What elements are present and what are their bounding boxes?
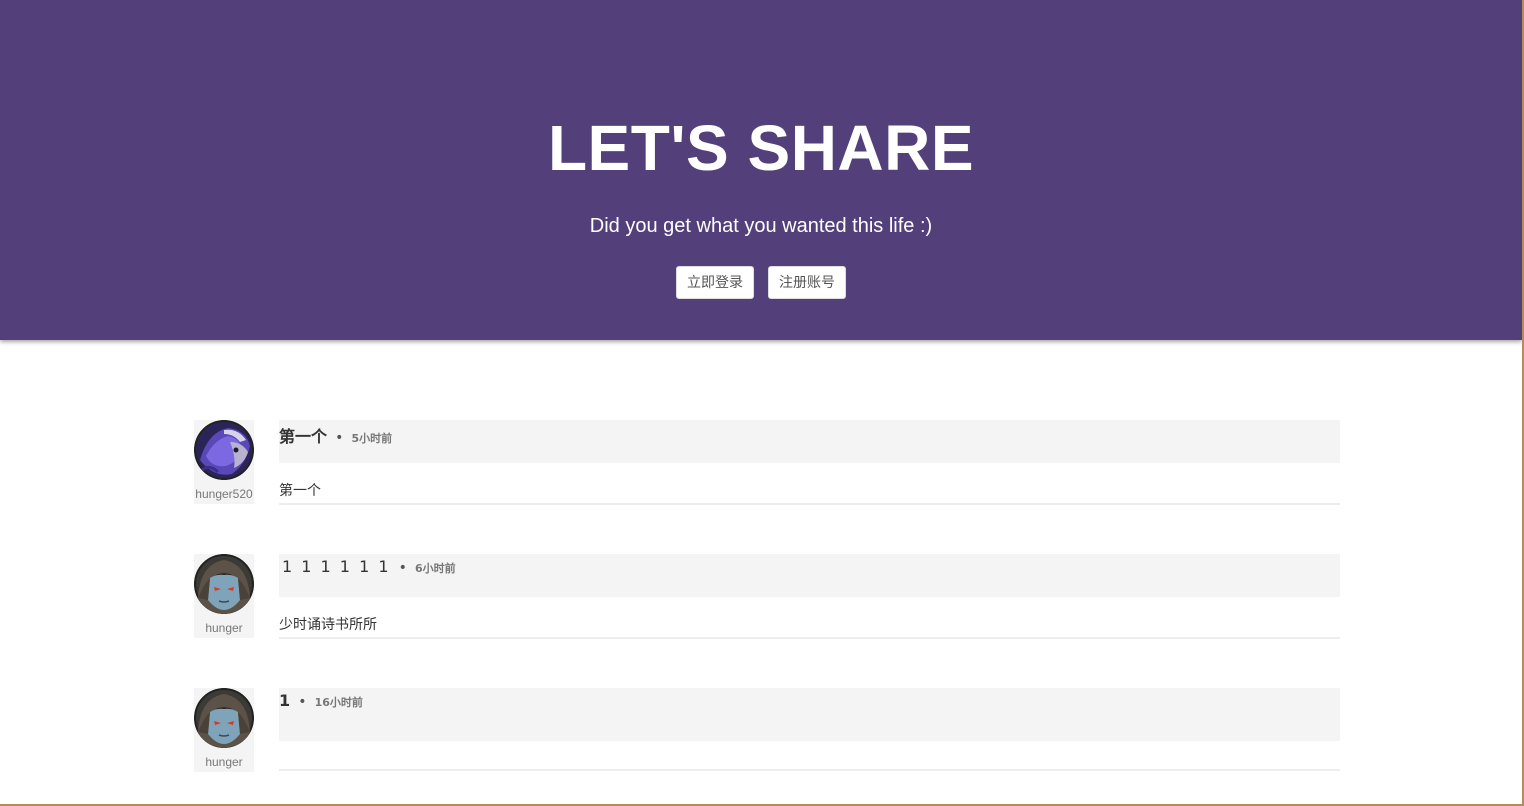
post-time: 6小时前 — [414, 562, 456, 575]
login-button[interactable]: 立即登录 — [676, 266, 754, 299]
post-content: 少时诵诗书所所 — [279, 597, 1340, 639]
post-content: 第一个 — [279, 463, 1340, 505]
hero-title: LET'S SHARE — [547, 112, 975, 184]
hero-actions: 立即登录 注册账号 — [0, 266, 1522, 299]
author-name[interactable]: hunger — [194, 621, 254, 635]
post-time: 5小时前 — [351, 432, 393, 445]
post-body: 1 • 16小时前 — [279, 688, 1340, 771]
post-author[interactable]: hunger — [194, 554, 254, 638]
separator-dot: • — [298, 694, 307, 710]
post-body: 第一个 • 5小时前 第一个 — [279, 420, 1340, 505]
author-name[interactable]: hunger — [194, 755, 254, 769]
post-time: 16小时前 — [314, 696, 363, 709]
post-header: 1 • 16小时前 — [279, 688, 1340, 741]
separator-dot: • — [398, 560, 407, 576]
post-author[interactable]: hunger — [194, 688, 254, 772]
post-content — [279, 741, 1340, 771]
register-button[interactable]: 注册账号 — [768, 266, 846, 299]
post-author[interactable]: hunger520 — [194, 420, 254, 504]
post-title[interactable]: 1 1 1 1 1 1 — [279, 557, 391, 576]
post-header: 1 1 1 1 1 1 • 6小时前 — [279, 554, 1340, 597]
post-body: 1 1 1 1 1 1 • 6小时前 少时诵诗书所所 — [279, 554, 1340, 639]
hero-banner: LET'S SHARE Did you get what you wanted … — [0, 0, 1522, 340]
hero-subtitle: Did you get what you wanted this life :) — [589, 215, 933, 237]
post-list: hunger520 第一个 • 5小时前 第一个 hunger 1 1 1 1 … — [194, 420, 1340, 804]
separator-dot: • — [335, 430, 344, 446]
post-item: hunger520 第一个 • 5小时前 第一个 — [194, 420, 1340, 554]
post-header: 第一个 • 5小时前 — [279, 420, 1340, 463]
purple-warrior-avatar[interactable] — [194, 420, 254, 480]
post-item: hunger 1 1 1 1 1 1 • 6小时前 少时诵诗书所所 — [194, 554, 1340, 688]
hooded-elf-avatar[interactable] — [194, 688, 254, 748]
post-title[interactable]: 第一个 — [279, 427, 327, 446]
hooded-elf-avatar[interactable] — [194, 554, 254, 614]
page: LET'S SHARE Did you get what you wanted … — [0, 0, 1524, 806]
post-item: hunger 1 • 16小时前 — [194, 688, 1340, 804]
post-title[interactable]: 1 — [279, 691, 290, 710]
author-name[interactable]: hunger520 — [194, 487, 254, 501]
